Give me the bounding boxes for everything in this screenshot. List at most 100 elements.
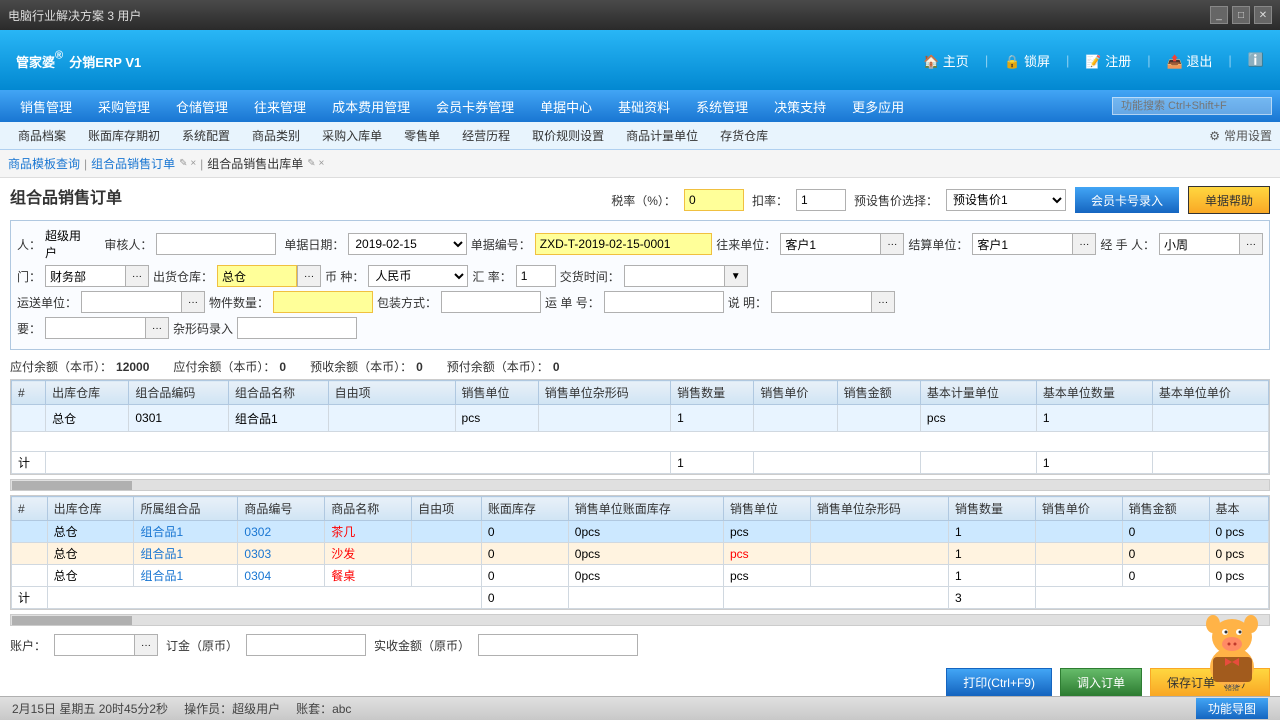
tab-close-2[interactable]: ✎ × <box>307 158 324 169</box>
tb-uom[interactable]: 商品计量单位 <box>616 125 708 146</box>
tb-history[interactable]: 经营历程 <box>452 125 520 146</box>
menu-member[interactable]: 会员卡券管理 <box>424 93 526 120</box>
tb-goods-file[interactable]: 商品档案 <box>8 125 76 146</box>
help-map-btn[interactable]: 功能导图 <box>1196 698 1268 719</box>
tb-purchase-in[interactable]: 采购入库单 <box>312 125 392 146</box>
dept-input[interactable] <box>45 265 125 287</box>
menu-more[interactable]: 更多应用 <box>840 93 916 120</box>
menu-search-input[interactable] <box>1112 97 1272 115</box>
handler-input[interactable] <box>1159 233 1239 255</box>
upper-table: # 出库仓库 组合品编码 组合品名称 自由项 销售单位 销售单位杂形码 销售数量… <box>11 380 1269 474</box>
menu-accounts[interactable]: 往来管理 <box>242 93 318 120</box>
account-btn[interactable]: ··· <box>134 634 158 656</box>
free-input[interactable] <box>335 407 415 429</box>
settlement-combo: ··· <box>972 233 1096 255</box>
col-base-price: 基本单位单价 <box>1152 381 1268 405</box>
settings-btn[interactable]: ⚙ 常用设置 <box>1209 127 1272 144</box>
transaction-time-btn[interactable]: ▼ <box>724 265 748 287</box>
menu-basic[interactable]: 基础资料 <box>606 93 682 120</box>
dept-btn[interactable]: ··· <box>125 265 149 287</box>
order-date-label: 单据日期： <box>284 236 344 253</box>
cell-unit-code <box>538 405 670 432</box>
lower-scrollbar[interactable] <box>10 614 1270 626</box>
item-count-input[interactable] <box>273 291 373 313</box>
close-btn[interactable]: ✕ <box>1254 6 1272 24</box>
tab-close-1[interactable]: ✎ × <box>179 158 196 169</box>
col-unit-code: 销售单位杂形码 <box>538 381 670 405</box>
import-btn[interactable]: 调入订单 <box>1060 668 1142 696</box>
barcode-input[interactable] <box>237 317 357 339</box>
settlement-btn[interactable]: ··· <box>1072 233 1096 255</box>
menu-cost[interactable]: 成本费用管理 <box>320 93 422 120</box>
settlement-input[interactable] <box>972 233 1072 255</box>
shipping-btn[interactable]: ··· <box>181 291 205 313</box>
info-link[interactable]: ℹ️ <box>1248 52 1264 68</box>
breadcrumb-template[interactable]: 商品模板查询 <box>8 155 80 172</box>
remarks-input[interactable] <box>771 291 871 313</box>
menu-warehouse[interactable]: 仓储管理 <box>164 93 240 120</box>
tb-goods-cat[interactable]: 商品类别 <box>242 125 310 146</box>
maximize-btn[interactable]: □ <box>1232 6 1250 24</box>
account-input[interactable] <box>54 634 134 656</box>
menu-system[interactable]: 系统管理 <box>684 93 760 120</box>
breadcrumb-combo-sales[interactable]: 组合品销售订单 <box>91 155 175 172</box>
warehouse-btn[interactable]: ··· <box>297 265 321 287</box>
order-date-select[interactable]: 2019-02-15 <box>348 233 466 255</box>
price-select[interactable]: 预设售价1 <box>946 189 1066 211</box>
l-col-amount: 销售金额 <box>1122 497 1209 521</box>
cell-free <box>328 405 455 432</box>
member-card-btn[interactable]: 会员卡号录入 <box>1074 186 1180 214</box>
required-btn[interactable]: ··· <box>145 317 169 339</box>
total-qty: 1 <box>671 452 754 474</box>
tb-sysconfig[interactable]: 系统配置 <box>172 125 240 146</box>
l-col-free: 自由项 <box>412 497 482 521</box>
packaging-input[interactable] <box>441 291 541 313</box>
target-unit-btn[interactable]: ··· <box>880 233 904 255</box>
lock-link[interactable]: 🔒 锁屏 <box>1004 51 1050 70</box>
exchange-label: 汇 率： <box>472 268 511 285</box>
discount-input[interactable] <box>796 189 846 211</box>
register-link[interactable]: 📝 注册 <box>1085 51 1131 70</box>
menu-purchase[interactable]: 采购管理 <box>86 93 162 120</box>
auditor-input[interactable] <box>156 233 276 255</box>
menu-docs[interactable]: 单据中心 <box>528 93 604 120</box>
handler-btn[interactable]: ··· <box>1239 233 1263 255</box>
col-unit: 销售单位 <box>455 381 538 405</box>
tb-stock-wh[interactable]: 存货仓库 <box>710 125 778 146</box>
col-combo-name: 组合品名称 <box>229 381 329 405</box>
required-input[interactable] <box>45 317 145 339</box>
minimize-btn[interactable]: _ <box>1210 6 1228 24</box>
table-row[interactable]: 总仓 0301 组合品1 pcs 1 pcs 1 <box>12 405 1269 432</box>
tb-retail[interactable]: 零售单 <box>394 125 450 146</box>
order-amount-input[interactable] <box>246 634 366 656</box>
cell-amount <box>837 405 920 432</box>
tb-price-rules[interactable]: 取价规则设置 <box>522 125 614 146</box>
cell-no <box>12 405 46 432</box>
menu-decision[interactable]: 决策支持 <box>762 93 838 120</box>
remarks-btn[interactable]: ··· <box>871 291 895 313</box>
help-btn[interactable]: 单据帮助 <box>1188 186 1270 214</box>
print-btn[interactable]: 打印(Ctrl+F9) <box>946 668 1052 696</box>
transaction-time-input[interactable] <box>624 265 724 287</box>
exchange-input[interactable] <box>516 265 556 287</box>
upper-scrollbar[interactable] <box>10 479 1270 491</box>
logo-text: 管家婆 <box>16 55 55 70</box>
home-link[interactable]: 🏠 主页 <box>923 51 969 70</box>
order-no-input[interactable] <box>535 233 713 255</box>
warehouse-input[interactable] <box>217 265 297 287</box>
table-row[interactable]: 总仓 组合品1 0302 茶几 0 0pcs pcs 1 0 0 pcs <box>12 521 1269 543</box>
menu-sales[interactable]: 销售管理 <box>8 93 84 120</box>
transaction-time-combo: ▼ <box>624 265 748 287</box>
table-row[interactable]: 总仓 组合品1 0304 餐桌 0 0pcs pcs 1 0 0 pcs <box>12 565 1269 587</box>
table-row[interactable]: 总仓 组合品1 0303 沙发 0 0pcs pcs 1 0 0 pcs <box>12 543 1269 565</box>
title-bar: 电脑行业解决方案 3 用户 _ □ ✕ <box>0 0 1280 30</box>
tax-rate-input[interactable] <box>684 189 744 211</box>
target-unit-input[interactable] <box>780 233 880 255</box>
logout-link[interactable]: 📤 退出 <box>1167 51 1213 70</box>
received-input[interactable] <box>478 634 638 656</box>
tb-stock-init[interactable]: 账面库存期初 <box>78 125 170 146</box>
currency-select[interactable]: 人民币 <box>368 265 468 287</box>
tracking-input[interactable] <box>604 291 724 313</box>
shipping-input[interactable] <box>81 291 181 313</box>
action-buttons: 打印(Ctrl+F9) 调入订单 保存订单（F8） <box>10 660 1270 696</box>
